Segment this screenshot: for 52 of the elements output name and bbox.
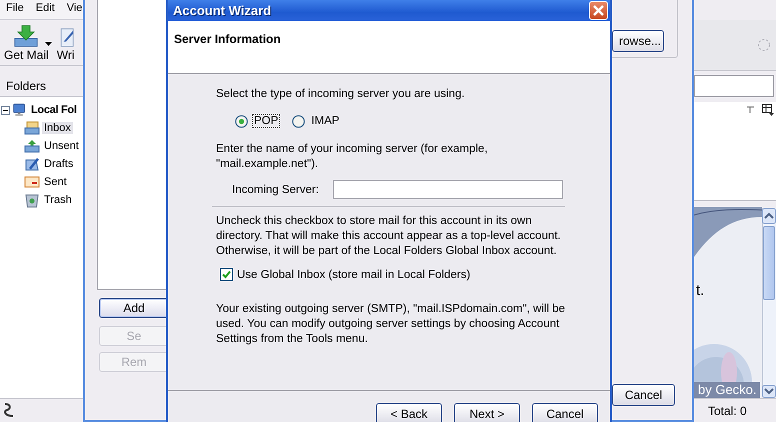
wizard-button[interactable]: Cancel: [532, 403, 598, 422]
radio-button[interactable]: [235, 114, 248, 128]
column-picker-icon[interactable]: [762, 104, 774, 116]
menu-item[interactable]: Vie: [66, 2, 82, 17]
instruction-text: Select the type of incoming server you are using.: [216, 87, 466, 102]
input-field[interactable]: [332, 180, 563, 199]
wizard-button[interactable]: Next >: [454, 403, 520, 422]
browse-button[interactable]: rowse...: [612, 30, 664, 52]
inbox-tray-icon: [24, 121, 40, 135]
instruction-text: Your existing outgoing server (SMTP), "mail.ISPdomain.com", will be used. You can modify outgoing server settings by choosing Account Settings from the Tools menu.: [216, 302, 566, 347]
status-text: Total: 0: [708, 404, 747, 418]
scroll-thumb[interactable]: [763, 226, 775, 300]
radio-button[interactable]: [292, 114, 306, 128]
dialog-button[interactable]: Add: [99, 298, 169, 318]
page-heading: Server Information: [174, 32, 281, 46]
pencil-paper-icon: [24, 157, 40, 171]
sort-icon[interactable]: [747, 106, 755, 114]
toolbar-button[interactable]: Get Mail: [4, 24, 49, 62]
banner-text: by Gecko.: [694, 382, 760, 398]
collapse-icon[interactable]: [1, 106, 10, 114]
instruction-text: Uncheck this checkbox to store mail for this account in its own directory. That will make this account appear as a top-level account. Otherwise, it will be part of the Local Folders Global Inbox account.: [216, 214, 562, 259]
menu-item[interactable]: Edit: [36, 2, 55, 17]
close-button[interactable]: [589, 1, 608, 20]
instruction-text: Enter the name of your incoming server (for example, "mail.example.net").: [216, 142, 489, 172]
tree-item[interactable]: Inbox: [42, 122, 73, 134]
tree-item[interactable]: Sent: [42, 176, 69, 188]
scroll-down-icon[interactable]: [762, 385, 776, 398]
tree-item[interactable]: Unsent: [42, 140, 81, 152]
wizard-button[interactable]: < Back: [376, 403, 442, 422]
scroll-up-icon[interactable]: [762, 208, 776, 224]
throbber-icon: [757, 38, 771, 52]
pane-header: Folders: [6, 79, 46, 93]
search-field[interactable]: [694, 75, 774, 97]
window-title: Account Wizard: [173, 3, 272, 18]
dropdown-caret-icon[interactable]: [45, 42, 52, 46]
computer-icon: [12, 103, 27, 117]
cancel-button[interactable]: Cancel: [612, 384, 675, 406]
checkbox-label[interactable]: Use Global Inbox (store mail in Local Folders): [237, 268, 470, 280]
tree-item[interactable]: Drafts: [42, 158, 76, 170]
radio-label[interactable]: IMAP: [309, 114, 342, 128]
field-label: Incoming Server:: [232, 184, 319, 196]
tree-item[interactable]: Local Fol: [29, 104, 79, 116]
body-text: t.: [696, 282, 704, 299]
trash-icon: [24, 192, 40, 208]
close-icon: [593, 5, 604, 16]
outbox-tray-icon: [24, 139, 40, 153]
menu-item[interactable]: File: [6, 2, 24, 17]
tree-item[interactable]: Trash: [42, 194, 74, 206]
envelope-icon: [24, 175, 40, 189]
radio-label[interactable]: POP: [252, 114, 280, 128]
toolbar-button[interactable]: Wri: [56, 24, 75, 62]
checkbox[interactable]: [220, 268, 233, 281]
